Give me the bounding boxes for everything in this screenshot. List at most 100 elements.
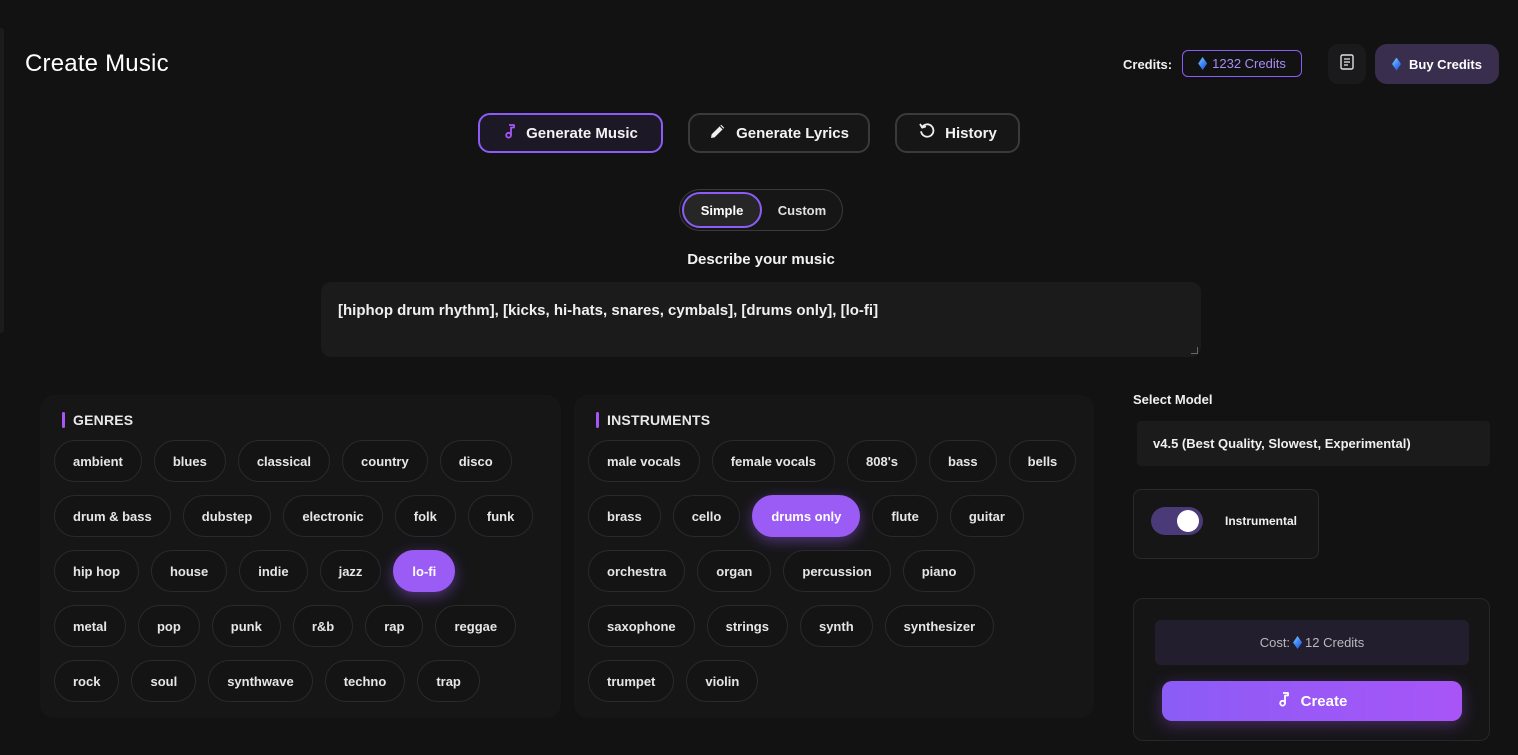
instrument-chip[interactable]: bells: [1008, 440, 1077, 482]
genre-chip-row: ambient blues classical country disco: [54, 440, 533, 482]
instrument-chip[interactable]: cello: [672, 495, 741, 537]
credits-label: Credits:: [1123, 57, 1173, 72]
instrument-chip[interactable]: piano: [902, 550, 976, 592]
music-note-icon: [503, 123, 517, 143]
tab-label: Generate Lyrics: [736, 124, 849, 142]
instrumental-label: Instrumental: [1225, 514, 1298, 528]
accent-bar: [62, 412, 65, 428]
genre-chip[interactable]: electronic: [283, 495, 383, 537]
genre-chip[interactable]: r&b: [292, 605, 354, 647]
document-icon: [1340, 53, 1354, 75]
genre-chip[interactable]: rock: [54, 660, 120, 702]
genre-chip[interactable]: funk: [467, 495, 534, 537]
instrument-chip-row: trumpet violin: [588, 660, 1076, 702]
buy-credits-button[interactable]: Buy Credits: [1375, 44, 1499, 84]
genre-chip[interactable]: synthwave: [208, 660, 313, 702]
genre-chip[interactable]: soul: [131, 660, 197, 702]
genre-chip[interactable]: reggae: [435, 605, 517, 647]
instrument-chip[interactable]: brass: [588, 495, 661, 537]
genre-chip[interactable]: rap: [365, 605, 424, 647]
genre-chip[interactable]: house: [150, 550, 228, 592]
genre-chip[interactable]: disco: [439, 440, 512, 482]
transactions-button[interactable]: [1328, 44, 1366, 84]
genre-chip[interactable]: punk: [211, 605, 281, 647]
instrument-chip[interactable]: percussion: [783, 550, 891, 592]
genre-chip[interactable]: techno: [324, 660, 406, 702]
genres-header: GENRES: [62, 412, 133, 428]
instrument-chip[interactable]: saxophone: [588, 605, 695, 647]
genre-chip-row: hip hop house indie jazz lo-fi: [54, 550, 533, 592]
instruments-header: INSTRUMENTS: [596, 412, 710, 428]
genre-chip[interactable]: indie: [239, 550, 308, 592]
genre-chip[interactable]: lo-fi: [393, 550, 456, 592]
genre-chip-row: metal pop punk r&b rap reggae: [54, 605, 533, 647]
left-edge-handle: [0, 28, 4, 333]
instrument-chip[interactable]: trumpet: [588, 660, 675, 702]
genres-title: GENRES: [73, 412, 134, 428]
instrument-chip[interactable]: guitar: [949, 495, 1024, 537]
cost-label: Cost:: [1259, 635, 1291, 650]
tab-label: History: [945, 124, 997, 142]
credits-balance-badge: 1232 Credits: [1182, 50, 1302, 77]
genre-chip[interactable]: metal: [54, 605, 126, 647]
page-title: Create Music: [25, 50, 169, 77]
select-model-label: Select Model: [1133, 392, 1213, 407]
toggle-knob: [1177, 510, 1199, 532]
create-button[interactable]: Create: [1162, 681, 1462, 721]
instrument-chip-row: male vocals female vocals 808's bass bells: [588, 440, 1077, 482]
tab-generate-music[interactable]: Generate Music: [478, 113, 663, 153]
buy-credits-label: Buy Credits: [1409, 56, 1482, 72]
instrument-chip[interactable]: violin: [686, 660, 759, 702]
instrument-chip-row: orchestra organ percussion piano: [588, 550, 1076, 592]
instrument-chip[interactable]: flute: [872, 495, 938, 537]
genre-chip[interactable]: drum & bass: [54, 495, 171, 537]
instrument-chip-row: saxophone strings synth synthesizer: [588, 605, 1076, 647]
genre-chip[interactable]: country: [342, 440, 428, 482]
instrument-chip[interactable]: drums only: [752, 495, 861, 537]
tab-label: Generate Music: [526, 124, 638, 142]
genre-chip[interactable]: jazz: [319, 550, 382, 592]
genre-chip-list: ambient blues classical country disco drum & …: [54, 440, 534, 702]
instrument-chip[interactable]: synthesizer: [884, 605, 995, 647]
instrument-chip[interactable]: female vocals: [711, 440, 835, 482]
instrumental-card: Instrumental: [1133, 489, 1319, 559]
diamond-icon: [1198, 57, 1208, 70]
genre-chip[interactable]: trap: [417, 660, 480, 702]
cost-display: Cost: 12 Credits: [1155, 620, 1469, 665]
instrument-chip[interactable]: 808's: [847, 440, 918, 482]
cost-value: 12 Credits: [1305, 635, 1365, 650]
describe-text: [hiphop drum rhythm], [kicks, hi-hats, s…: [338, 302, 879, 319]
genre-chip-row: rock soul synthwave techno trap: [54, 660, 533, 702]
pencil-icon: [709, 122, 727, 144]
tab-history[interactable]: History: [895, 113, 1020, 153]
instruments-title: INSTRUMENTS: [607, 412, 711, 428]
instrument-chip[interactable]: bass: [929, 440, 997, 482]
describe-textarea[interactable]: [hiphop drum rhythm], [kicks, hi-hats, s…: [321, 282, 1201, 357]
tab-generate-lyrics[interactable]: Generate Lyrics: [688, 113, 870, 153]
instrument-chip[interactable]: synth: [799, 605, 873, 647]
genre-chip[interactable]: dubstep: [182, 495, 272, 537]
describe-label: Describe your music: [687, 251, 835, 268]
genre-chip[interactable]: folk: [394, 495, 456, 537]
genre-chip[interactable]: blues: [153, 440, 226, 482]
instrument-chip-list: male vocals female vocals 808's bass bells br…: [588, 440, 1077, 702]
mode-simple-button[interactable]: Simple: [682, 192, 762, 228]
genre-chip-row: drum & bass dubstep electronic folk funk: [54, 495, 534, 537]
instrumental-toggle[interactable]: [1151, 507, 1203, 535]
genre-chip[interactable]: classical: [237, 440, 331, 482]
mode-custom-button[interactable]: Custom: [764, 192, 840, 228]
instrument-chip[interactable]: organ: [697, 550, 772, 592]
instrument-chip[interactable]: strings: [706, 605, 788, 647]
genres-panel: GENRES ambient blues classical country disco…: [40, 395, 561, 718]
model-select[interactable]: v4.5 (Best Quality, Slowest, Experimenta…: [1137, 421, 1490, 466]
genre-chip[interactable]: pop: [137, 605, 200, 647]
credits-value: 1232 Credits: [1212, 56, 1286, 71]
instrument-chip[interactable]: orchestra: [588, 550, 686, 592]
history-icon: [918, 122, 936, 144]
instrument-chip-row: brass cello drums only flute guitar: [588, 495, 1076, 537]
genre-chip[interactable]: ambient: [54, 440, 142, 482]
instrument-chip[interactable]: male vocals: [588, 440, 700, 482]
resize-handle[interactable]: [1191, 347, 1198, 354]
genre-chip[interactable]: hip hop: [54, 550, 139, 592]
mode-toggle: Simple Custom: [679, 189, 843, 231]
